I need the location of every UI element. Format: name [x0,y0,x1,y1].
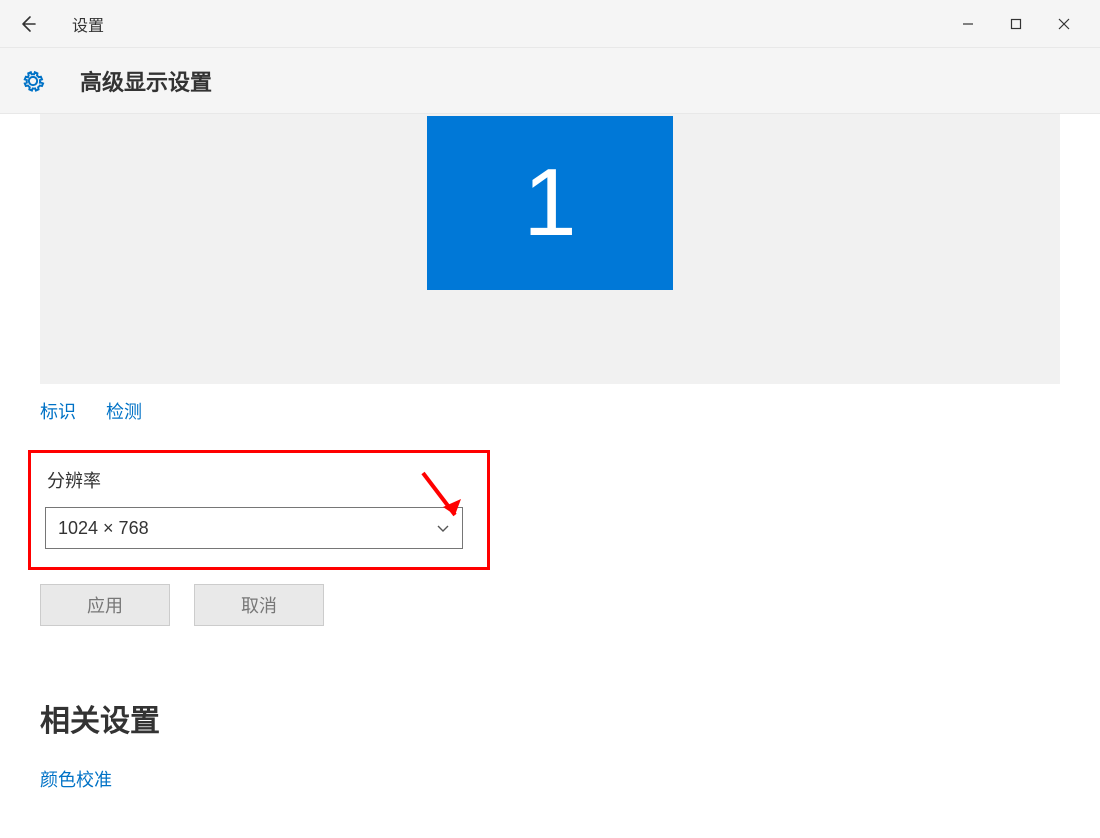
chevron-down-icon [436,521,450,535]
page-title: 高级显示设置 [80,65,212,97]
titlebar: 设置 [0,0,1100,48]
related-settings-heading: 相关设置 [40,696,1100,740]
window-controls [944,8,1088,40]
close-icon [1058,18,1070,30]
resolution-label: 分辨率 [47,467,473,493]
maximize-button[interactable] [992,8,1040,40]
monitor-tile-1[interactable]: 1 [427,116,673,290]
display-actions-row: 标识 检测 [40,398,1100,424]
monitor-number: 1 [523,148,576,258]
identify-link[interactable]: 标识 [40,398,76,424]
apply-cancel-row: 应用 取消 [40,584,1100,626]
app-title: 设置 [72,12,104,36]
resolution-dropdown[interactable]: 1024 × 768 [45,507,463,549]
minimize-icon [962,18,974,30]
resolution-value: 1024 × 768 [58,518,149,539]
content-area: 1 标识 检测 分辨率 1024 × 768 应用 取消 相关设置 颜色校准 [0,114,1100,792]
minimize-button[interactable] [944,8,992,40]
apply-button[interactable]: 应用 [40,584,170,626]
maximize-icon [1010,18,1022,30]
display-arrangement-area[interactable]: 1 [40,114,1060,384]
detect-link[interactable]: 检测 [106,398,142,424]
page-header: 高级显示设置 [0,48,1100,114]
resolution-highlight-box: 分辨率 1024 × 768 [28,450,490,570]
back-arrow-icon [18,14,38,34]
settings-gear [18,66,48,96]
color-calibration-link[interactable]: 颜色校准 [40,766,112,792]
back-button[interactable] [12,8,44,40]
close-button[interactable] [1040,8,1088,40]
cancel-button[interactable]: 取消 [194,584,324,626]
gear-icon [20,68,46,94]
